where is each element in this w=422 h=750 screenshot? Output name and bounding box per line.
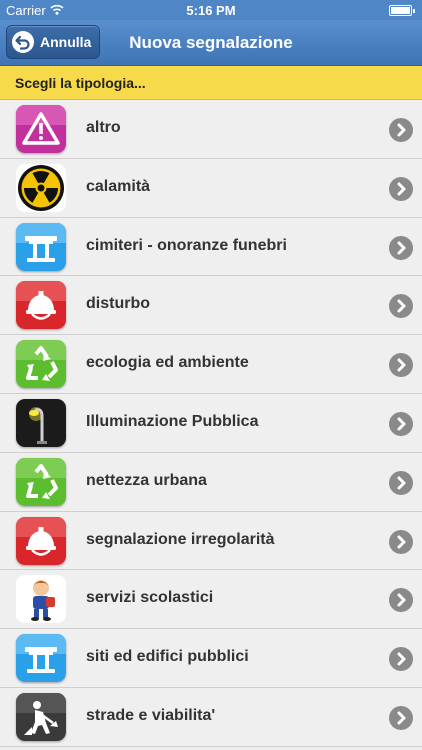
- cancel-button[interactable]: Annulla: [6, 25, 100, 59]
- warning-icon: [16, 105, 66, 153]
- category-label: siti ed edifici pubblici: [86, 648, 249, 666]
- roadwork-icon: [16, 692, 66, 741]
- chevron-right-icon[interactable]: [389, 411, 413, 436]
- category-row-altro[interactable]: altro: [0, 100, 422, 159]
- chevron-right-icon[interactable]: [389, 647, 413, 672]
- chevron-right-icon[interactable]: [389, 118, 413, 142]
- undo-arrow-icon: [12, 31, 34, 53]
- category-label: altro: [86, 119, 121, 136]
- chevron-right-icon[interactable]: [389, 529, 413, 554]
- status-bar: Carrier 5:16 PM: [0, 0, 422, 20]
- category-label: ecologia ed ambiente: [86, 354, 249, 372]
- navigation-bar: Annulla Nuova segnalazione: [0, 20, 422, 66]
- chevron-right-icon[interactable]: [389, 705, 413, 730]
- column-building-icon: [16, 222, 66, 271]
- chevron-right-icon[interactable]: [389, 294, 413, 319]
- category-label: Illuminazione Pubblica: [86, 412, 259, 430]
- chevron-right-icon[interactable]: [389, 588, 413, 613]
- recycle-icon: [16, 340, 66, 389]
- category-row-siti[interactable]: siti ed edifici pubblici: [0, 629, 422, 688]
- category-label: servizi scolastici: [86, 589, 214, 607]
- schoolboy-icon: [16, 575, 66, 624]
- page-title: Nuova segnalazione: [129, 33, 293, 52]
- status-time: 5:16 PM: [186, 3, 236, 18]
- category-row-calamita[interactable]: calamità: [0, 158, 422, 218]
- category-label: calamità: [86, 177, 151, 195]
- cancel-button-label: Annulla: [40, 34, 92, 50]
- chevron-right-icon[interactable]: [389, 353, 413, 378]
- battery-icon: [389, 5, 415, 16]
- streetlight-icon: [16, 398, 66, 447]
- category-label: segnalazione irregolarità: [86, 530, 275, 548]
- helmet-icon: [16, 281, 66, 330]
- category-label: cimiteri - onoranze funebri: [86, 236, 287, 254]
- radiation-icon: [16, 163, 66, 212]
- category-label: disturbo: [86, 295, 150, 313]
- category-row-segnalazione[interactable]: segnalazione irregolarità: [0, 511, 422, 571]
- category-row-ecologia[interactable]: ecologia ed ambiente: [0, 335, 422, 394]
- category-row-cimiteri[interactable]: cimiteri - onoranze funebri: [0, 217, 422, 277]
- category-label: strade e viabilita': [86, 706, 216, 724]
- chevron-right-icon[interactable]: [389, 470, 413, 495]
- helmet-icon: [16, 516, 66, 565]
- category-row-disturbo[interactable]: disturbo: [0, 276, 422, 336]
- category-row-nettezza[interactable]: nettezza urbana: [0, 452, 422, 512]
- section-header: Scegli la tipologia...: [0, 66, 422, 100]
- column-building-icon: [16, 634, 66, 683]
- chevron-right-icon[interactable]: [389, 235, 413, 260]
- chevron-right-icon[interactable]: [389, 176, 413, 201]
- category-row-illuminazione[interactable]: Illuminazione Pubblica: [0, 393, 422, 453]
- category-row-strade[interactable]: strade e viabilita': [0, 687, 422, 747]
- recycle-icon: [16, 457, 66, 506]
- category-list: altro calamità cimiteri - onoranze funeb…: [0, 100, 422, 747]
- category-row-servizi[interactable]: servizi scolastici: [0, 570, 422, 630]
- category-label: nettezza urbana: [86, 471, 207, 489]
